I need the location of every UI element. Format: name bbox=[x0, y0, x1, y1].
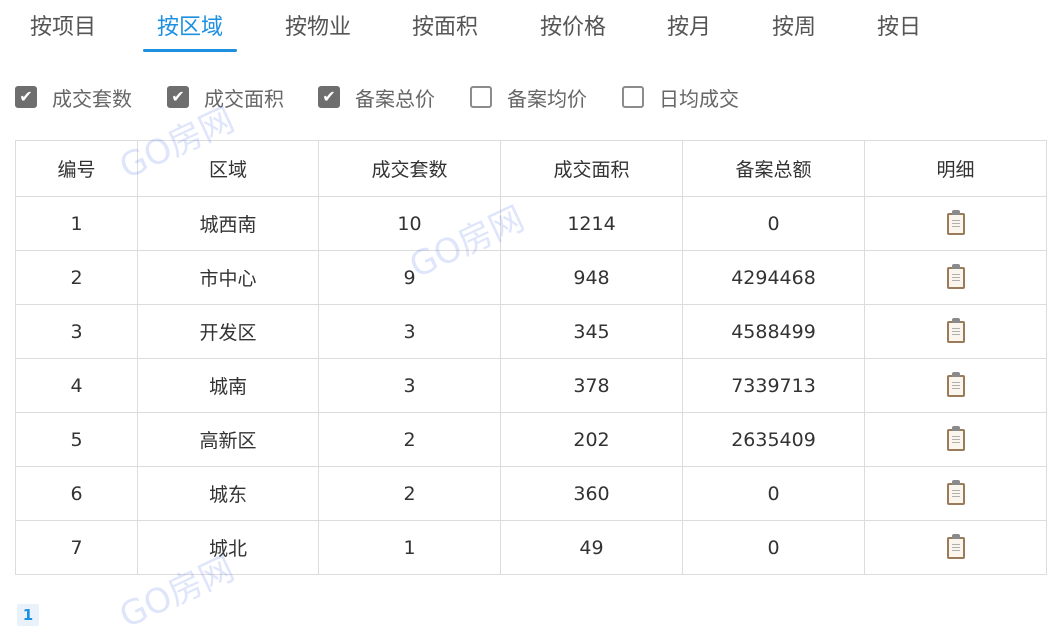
cell-number: 5 bbox=[15, 412, 138, 467]
checkbox[interactable]: ✔ bbox=[318, 86, 340, 108]
cell-detail bbox=[864, 358, 1047, 413]
tab-by-week[interactable]: 按周 bbox=[772, 12, 816, 52]
clipboard-icon[interactable] bbox=[946, 317, 965, 343]
clipboard-icon[interactable] bbox=[946, 371, 965, 397]
checkbox[interactable]: ✔ bbox=[15, 86, 37, 108]
header-region: 区域 bbox=[137, 140, 319, 197]
filter-daily-deals[interactable]: ✔ 日均成交 bbox=[622, 80, 739, 114]
column-filter-bar: ✔ 成交套数 ✔ 成交面积 ✔ 备案总价 ✔ 备案均价 ✔ 日均成交 bbox=[0, 80, 1062, 114]
tab-by-day[interactable]: 按日 bbox=[877, 12, 921, 52]
filter-average-price[interactable]: ✔ 备案均价 bbox=[470, 80, 587, 114]
cell-deal-count: 2 bbox=[318, 466, 501, 521]
table-row: 2 市中心 9 948 4294468 bbox=[15, 250, 1047, 305]
filter-label: 备案均价 bbox=[507, 86, 587, 111]
cell-region: 城南 bbox=[137, 358, 319, 413]
cell-region: 城西南 bbox=[137, 196, 319, 251]
cell-number: 4 bbox=[15, 358, 138, 413]
clipboard-icon[interactable] bbox=[946, 263, 965, 289]
region-stats-table: 编号 区域 成交套数 成交面积 备案总额 明细 1 城西南 10 1214 0 … bbox=[15, 140, 1047, 575]
cell-deal-area: 202 bbox=[500, 412, 683, 467]
header-detail: 明细 bbox=[864, 140, 1047, 197]
cell-deal-area: 360 bbox=[500, 466, 683, 521]
filter-label: 日均成交 bbox=[659, 86, 739, 111]
cell-deal-count: 10 bbox=[318, 196, 501, 251]
tab-by-region[interactable]: 按区域 bbox=[142, 12, 238, 52]
filter-deal-count[interactable]: ✔ 成交套数 bbox=[15, 80, 132, 114]
cell-deal-area: 345 bbox=[500, 304, 683, 359]
header-deal-area: 成交面积 bbox=[500, 140, 683, 197]
tab-by-project[interactable]: 按项目 bbox=[30, 12, 96, 52]
cell-region: 高新区 bbox=[137, 412, 319, 467]
cell-detail bbox=[864, 304, 1047, 359]
cell-region: 市中心 bbox=[137, 250, 319, 305]
filter-label: 成交套数 bbox=[52, 86, 132, 111]
filter-deal-area[interactable]: ✔ 成交面积 bbox=[167, 80, 284, 114]
cell-region: 开发区 bbox=[137, 304, 319, 359]
table-row: 1 城西南 10 1214 0 bbox=[15, 196, 1047, 251]
checkbox[interactable]: ✔ bbox=[167, 86, 189, 108]
filter-label: 备案总价 bbox=[355, 86, 435, 111]
tab-bar: 按项目 按区域 按物业 按面积 按价格 按月 按周 按日 bbox=[0, 0, 1062, 56]
cell-number: 3 bbox=[15, 304, 138, 359]
table-row: 6 城东 2 360 0 bbox=[15, 466, 1047, 521]
filter-total-price[interactable]: ✔ 备案总价 bbox=[318, 80, 435, 114]
header-number: 编号 bbox=[15, 140, 138, 197]
cell-deal-count: 9 bbox=[318, 250, 501, 305]
cell-total-amount: 4294468 bbox=[682, 250, 865, 305]
table-row: 7 城北 1 49 0 bbox=[15, 520, 1047, 575]
cell-deal-count: 3 bbox=[318, 358, 501, 413]
cell-deal-area: 1214 bbox=[500, 196, 683, 251]
cell-total-amount: 2635409 bbox=[682, 412, 865, 467]
cell-detail bbox=[864, 250, 1047, 305]
cell-detail bbox=[864, 412, 1047, 467]
cell-number: 2 bbox=[15, 250, 138, 305]
tab-by-property[interactable]: 按物业 bbox=[285, 12, 351, 52]
cell-number: 1 bbox=[15, 196, 138, 251]
cell-total-amount: 4588499 bbox=[682, 304, 865, 359]
cell-total-amount: 0 bbox=[682, 466, 865, 521]
cell-detail bbox=[864, 196, 1047, 251]
cell-number: 7 bbox=[15, 520, 138, 575]
header-total-amount: 备案总额 bbox=[682, 140, 865, 197]
tab-by-month[interactable]: 按月 bbox=[667, 12, 711, 52]
clipboard-icon[interactable] bbox=[946, 425, 965, 451]
clipboard-icon[interactable] bbox=[946, 479, 965, 505]
cell-deal-count: 1 bbox=[318, 520, 501, 575]
cell-region: 城东 bbox=[137, 466, 319, 521]
filter-label: 成交面积 bbox=[204, 86, 284, 111]
tab-by-area[interactable]: 按面积 bbox=[412, 12, 478, 52]
checkbox[interactable]: ✔ bbox=[470, 86, 492, 108]
cell-deal-area: 378 bbox=[500, 358, 683, 413]
table-row: 5 高新区 2 202 2635409 bbox=[15, 412, 1047, 467]
cell-total-amount: 0 bbox=[682, 520, 865, 575]
table-header-row: 编号 区域 成交套数 成交面积 备案总额 明细 bbox=[15, 140, 1047, 197]
cell-number: 6 bbox=[15, 466, 138, 521]
checkbox[interactable]: ✔ bbox=[622, 86, 644, 108]
tab-by-price[interactable]: 按价格 bbox=[540, 12, 606, 52]
header-deal-count: 成交套数 bbox=[318, 140, 501, 197]
cell-deal-count: 3 bbox=[318, 304, 501, 359]
cell-region: 城北 bbox=[137, 520, 319, 575]
cell-deal-area: 948 bbox=[500, 250, 683, 305]
cell-total-amount: 7339713 bbox=[682, 358, 865, 413]
pagination-current-page[interactable]: 1 bbox=[17, 604, 39, 626]
cell-deal-count: 2 bbox=[318, 412, 501, 467]
cell-detail bbox=[864, 466, 1047, 521]
clipboard-icon[interactable] bbox=[946, 533, 965, 559]
clipboard-icon[interactable] bbox=[946, 209, 965, 235]
cell-deal-area: 49 bbox=[500, 520, 683, 575]
cell-total-amount: 0 bbox=[682, 196, 865, 251]
cell-detail bbox=[864, 520, 1047, 575]
table-row: 4 城南 3 378 7339713 bbox=[15, 358, 1047, 413]
table-row: 3 开发区 3 345 4588499 bbox=[15, 304, 1047, 359]
